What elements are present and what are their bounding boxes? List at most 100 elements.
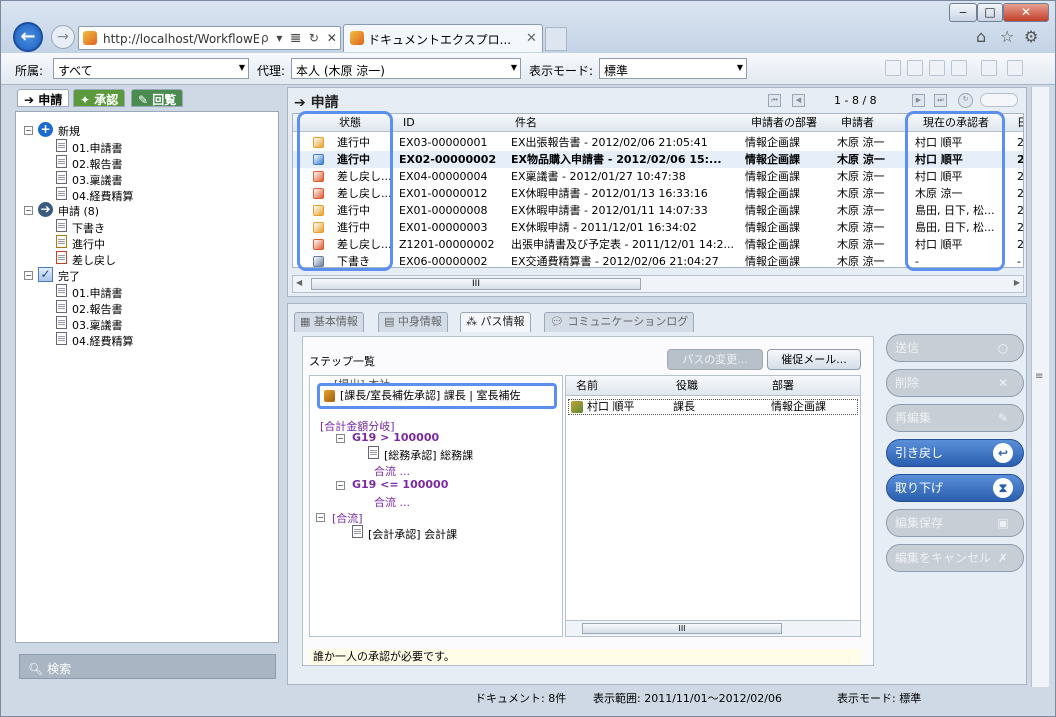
tree-node-new-2[interactable]: 02.報告書: [72, 156, 123, 172]
tab-basic-info[interactable]: ▦ 基本情報: [294, 312, 364, 332]
collapse-toggle[interactable]: −: [24, 126, 33, 135]
settings-gear-icon[interactable]: ⚙: [1024, 27, 1038, 46]
path-step-accounting[interactable]: [会計承認] 会計課: [368, 526, 457, 542]
tree-node-new-4[interactable]: 04.経費精算: [72, 188, 134, 204]
tree-node-new-3[interactable]: 03.稟議書: [72, 172, 123, 188]
forward-button[interactable]: →: [51, 25, 75, 49]
approver-row[interactable]: 村口 順平 課長 情報企画課: [568, 399, 858, 415]
scroll-thumb[interactable]: III: [582, 623, 782, 634]
collapse-toggle[interactable]: −: [316, 513, 325, 522]
tab-communication-log[interactable]: 💬︎ コミュニケーションログ: [544, 312, 695, 332]
col-approver[interactable]: 現在の承認者: [923, 114, 989, 132]
new-document-icon[interactable]: [907, 60, 923, 76]
col-name[interactable]: 名前: [576, 376, 598, 396]
address-bar[interactable]: http://localhost/WorkflowE ρ ▾ 𝌆 ↻ ✕: [78, 26, 341, 50]
path-merge-3[interactable]: [合流]: [332, 510, 363, 526]
collapse-toggle[interactable]: −: [336, 481, 345, 490]
next-page-icon[interactable]: ▶: [912, 94, 925, 107]
maximize-button[interactable]: □: [977, 3, 1003, 22]
table-row[interactable]: 進行中 EX01-00000008 EX休暇申請書 - 2012/01/11 14:…: [293, 202, 1023, 219]
copy-icon[interactable]: [885, 60, 901, 76]
table-row[interactable]: 差し戻し... EX04-00000004 EX稟議書 - 2012/01/27 1…: [293, 168, 1023, 185]
favorites-star-icon[interactable]: ☆: [1000, 27, 1014, 46]
path-merge-2[interactable]: 合流 ...: [374, 494, 410, 510]
new-tab-button[interactable]: [545, 27, 567, 51]
address-controls[interactable]: ρ ▾ 𝌆 ↻ ✕: [261, 31, 339, 45]
prev-page-icon[interactable]: ◀: [792, 94, 805, 107]
action-button-5[interactable]: 編集保存 ▣: [886, 509, 1024, 537]
collapse-toggle[interactable]: −: [24, 206, 33, 215]
tree-node-done-4[interactable]: 04.経費精算: [72, 333, 134, 349]
close-window-button[interactable]: ✕: [1003, 3, 1049, 22]
col-applicant[interactable]: 申請者: [841, 114, 874, 132]
vertical-scrollbar[interactable]: ≡: [1031, 87, 1049, 687]
table-row[interactable]: 差し戻し... EX01-00000012 EX休暇申請書 - 2012/01/13…: [293, 185, 1023, 202]
table-row[interactable]: 差し戻し... Z1201-00000002 出張申請書及び予定表 - 2011/1…: [293, 236, 1023, 253]
tree-node-done-2[interactable]: 02.報告書: [72, 301, 123, 317]
affiliation-select[interactable]: すべて ▼: [53, 58, 249, 79]
action-button-4[interactable]: 取り下げ ⧗: [886, 474, 1024, 502]
tab-circulate[interactable]: ✎ 回覧: [131, 89, 184, 107]
action-button-6[interactable]: 編集をキャンセル ✗: [886, 544, 1024, 572]
tree-node-new[interactable]: 新規: [58, 123, 80, 139]
tree-node-done-3[interactable]: 03.稟議書: [72, 317, 123, 333]
list-search-input[interactable]: [980, 93, 1018, 107]
browser-tab[interactable]: ドキュメントエクスプロ... ✕: [343, 24, 543, 52]
tab-path-info[interactable]: ⁂ パス情報: [460, 312, 531, 332]
last-page-icon[interactable]: ⏭: [934, 94, 947, 107]
tree-node-done-1[interactable]: 01.申請書: [72, 285, 123, 301]
action-button-2[interactable]: 再編集 ✎: [886, 404, 1024, 432]
table-row[interactable]: 進行中 EX02-00000002 EX物品購入申請書 - 2012/02/06 1…: [293, 151, 1023, 168]
col-id[interactable]: ID: [403, 114, 415, 132]
search-bar[interactable]: 🔍︎ 検索: [19, 654, 276, 679]
back-button[interactable]: ←: [13, 22, 43, 52]
tab-apply[interactable]: ➔ 申請: [17, 89, 70, 107]
change-path-button[interactable]: パスの変更...: [667, 349, 763, 370]
tab-close-icon[interactable]: ✕: [526, 31, 537, 46]
selected-path-step[interactable]: [課長/室長補佐承認] 課長 | 室長補佐: [317, 383, 557, 409]
col-department[interactable]: 部署: [772, 376, 794, 396]
tree-node-in-progress[interactable]: 進行中: [72, 236, 105, 252]
col-subject[interactable]: 件名: [515, 114, 537, 132]
path-merge-1[interactable]: 合流 ...: [374, 463, 410, 479]
col-date[interactable]: 日: [1017, 114, 1023, 132]
collapse-toggle[interactable]: −: [24, 271, 33, 280]
table-row[interactable]: 進行中 EX01-00000003 EX休暇申請 - 2011/12/01 16:3…: [293, 219, 1023, 236]
columns-icon[interactable]: [981, 60, 997, 76]
table-row[interactable]: 下書き EX06-00000002 EX交通費精算書 - 2012/02/06 21…: [293, 253, 1023, 267]
scroll-right-icon[interactable]: ▶: [1014, 278, 1020, 287]
proxy-select[interactable]: 本人 (木原 涼一) ▼: [291, 58, 521, 79]
export-icon[interactable]: [929, 60, 945, 76]
col-dept[interactable]: 申請者の部署: [751, 114, 817, 132]
approver-hscrollbar[interactable]: III: [566, 620, 860, 636]
horizontal-scrollbar[interactable]: ◀ III ▶: [292, 275, 1024, 293]
tree-node-returned[interactable]: 差し戻し: [72, 252, 116, 268]
collapse-toggle[interactable]: −: [336, 434, 345, 443]
tree-node-draft[interactable]: 下書き: [72, 220, 105, 236]
path-condition-2[interactable]: G19 <= 100000: [352, 478, 448, 491]
action-button-3[interactable]: 引き戻し ↩: [886, 439, 1024, 467]
first-page-icon[interactable]: ⏮: [768, 94, 781, 107]
tools-icon[interactable]: [1007, 60, 1023, 76]
tree-node-done[interactable]: 完了: [58, 268, 80, 284]
import-icon[interactable]: [951, 60, 967, 76]
path-step-general-affairs[interactable]: [総務承認] 総務課: [384, 447, 473, 463]
reminder-mail-button[interactable]: 催促メール...: [767, 349, 861, 370]
scroll-left-icon[interactable]: ◀: [296, 278, 302, 287]
col-status[interactable]: 状態: [339, 114, 361, 132]
tab-approve[interactable]: ✦ 承認: [73, 89, 126, 107]
col-role[interactable]: 役職: [676, 376, 698, 396]
minimize-button[interactable]: ‒: [949, 3, 977, 22]
refresh-icon[interactable]: ↻: [958, 93, 973, 108]
scroll-thumb[interactable]: III: [311, 278, 641, 290]
tree-node-apply[interactable]: 申請 (8): [58, 203, 99, 219]
display-mode-select[interactable]: 標準 ▼: [599, 58, 747, 79]
action-button-1[interactable]: 削除 ✕: [886, 369, 1024, 397]
tree-node-new-1[interactable]: 01.申請書: [72, 140, 123, 156]
tab-content-info[interactable]: ▤ 中身情報: [378, 312, 448, 332]
action-button-0[interactable]: 送信 ○: [886, 334, 1024, 362]
home-icon[interactable]: ⌂: [976, 27, 986, 46]
path-condition-1[interactable]: G19 > 100000: [352, 431, 439, 444]
table-row[interactable]: 進行中 EX03-00000001 EX出張報告書 - 2012/02/06 21:…: [293, 134, 1023, 151]
scroll-grip-icon[interactable]: ≡: [1035, 371, 1043, 382]
